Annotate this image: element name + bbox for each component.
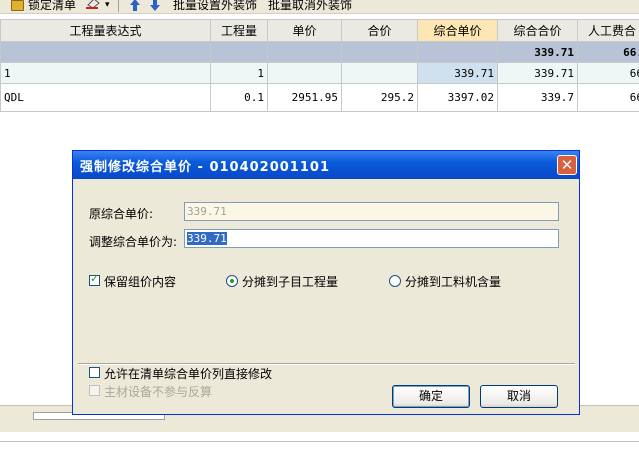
- summary-cell[interactable]: [211, 42, 268, 63]
- cancel-button[interactable]: 取消: [480, 385, 558, 408]
- header-composite-total[interactable]: 综合合价: [498, 20, 578, 42]
- allocate-quantity-label[interactable]: 分摊到子目工程量: [242, 273, 338, 290]
- allocate-materials-label[interactable]: 分摊到工料机含量: [405, 273, 501, 290]
- batch-set-decoration-button[interactable]: 批量设置外装饰: [173, 0, 257, 13]
- table-cell-selected[interactable]: 339.71: [418, 63, 498, 84]
- original-price-field: 339.71: [184, 202, 559, 221]
- table-cell[interactable]: 339.7: [498, 84, 578, 112]
- allocate-quantity-radio[interactable]: [226, 275, 238, 287]
- quantity-grid: 工程量表达式 工程量 单价 合价 综合单价 综合合价 人工费合 339.71 6…: [0, 19, 639, 112]
- summary-row[interactable]: 339.71 66.: [1, 42, 639, 63]
- table-cell[interactable]: 3397.02: [418, 84, 498, 112]
- toolbar-separator: [118, 0, 119, 12]
- table-cell[interactable]: 1: [1, 63, 211, 84]
- header-unit-price[interactable]: 单价: [268, 20, 342, 42]
- allow-direct-edit-label[interactable]: 允许在清单综合单价列直接修改: [104, 365, 272, 382]
- header-composite-unit-price[interactable]: 综合单价: [418, 20, 498, 42]
- header-total-price[interactable]: 合价: [342, 20, 418, 42]
- toolbar: 锁定清单 ▾ 批量设置外装饰 批量取消外装饰: [0, 0, 639, 14]
- table-cell[interactable]: [268, 63, 342, 84]
- grid-header-row: 工程量表达式 工程量 单价 合价 综合单价 综合合价 人工费合: [1, 20, 639, 42]
- table-row[interactable]: QDL 0.1 2951.95 295.2 3397.02 339.7 66: [1, 84, 639, 112]
- table-cell[interactable]: 339.71: [498, 63, 578, 84]
- arrow-up-icon[interactable]: [130, 0, 140, 11]
- bottom-bar: [0, 441, 639, 462]
- material-exclude-checkbox: [89, 385, 100, 396]
- header-labor-cost[interactable]: 人工费合: [578, 20, 639, 42]
- allocate-materials-radio[interactable]: [389, 275, 401, 287]
- arrow-down-icon[interactable]: [150, 0, 160, 11]
- original-price-value: 339.71: [187, 205, 227, 218]
- table-cell[interactable]: QDL: [1, 84, 211, 112]
- dialog-title: 强制修改综合单价 - 010402001101: [80, 156, 330, 175]
- table-cell[interactable]: 1: [211, 63, 268, 84]
- batch-cancel-decoration-button[interactable]: 批量取消外装饰: [268, 0, 352, 13]
- table-cell[interactable]: 66: [578, 84, 639, 112]
- material-exclude-label: 主材设备不参与反算: [104, 383, 212, 400]
- chevron-down-icon[interactable]: ▾: [105, 0, 110, 13]
- table-cell[interactable]: 295.2: [342, 84, 418, 112]
- dialog-titlebar[interactable]: 强制修改综合单价 - 010402001101 ✕: [73, 151, 579, 179]
- table-cell[interactable]: 2951.95: [268, 84, 342, 112]
- allow-direct-edit-checkbox[interactable]: [89, 367, 100, 378]
- original-price-label: 原综合单价:: [89, 205, 153, 222]
- summary-cell[interactable]: 339.71: [498, 42, 578, 63]
- ok-button[interactable]: 确定: [392, 385, 470, 408]
- adjust-price-label: 调整综合单价为:: [89, 233, 177, 250]
- close-icon[interactable]: ✕: [557, 155, 577, 175]
- lock-icon[interactable]: [11, 0, 24, 11]
- summary-cell[interactable]: [342, 42, 418, 63]
- keep-content-checkbox[interactable]: [89, 275, 100, 286]
- force-modify-dialog: 强制修改综合单价 - 010402001101 ✕ 原综合单价: 339.71 …: [72, 150, 580, 415]
- adjust-price-input[interactable]: 339.71: [184, 229, 559, 248]
- summary-cell[interactable]: [418, 42, 498, 63]
- summary-cell[interactable]: 66.: [578, 42, 639, 63]
- table-cell[interactable]: [342, 63, 418, 84]
- eraser-icon[interactable]: [86, 0, 100, 9]
- keep-content-label[interactable]: 保留组价内容: [104, 273, 176, 290]
- table-cell[interactable]: 66: [578, 63, 639, 84]
- table-cell[interactable]: 0.1: [211, 84, 268, 112]
- lock-list-button[interactable]: 锁定清单: [28, 0, 76, 13]
- header-expression[interactable]: 工程量表达式: [1, 20, 211, 42]
- summary-cell[interactable]: [1, 42, 211, 63]
- summary-cell[interactable]: [268, 42, 342, 63]
- table-row[interactable]: 1 1 339.71 339.71 66: [1, 63, 639, 84]
- header-quantity[interactable]: 工程量: [211, 20, 268, 42]
- adjust-price-value: 339.71: [187, 232, 227, 245]
